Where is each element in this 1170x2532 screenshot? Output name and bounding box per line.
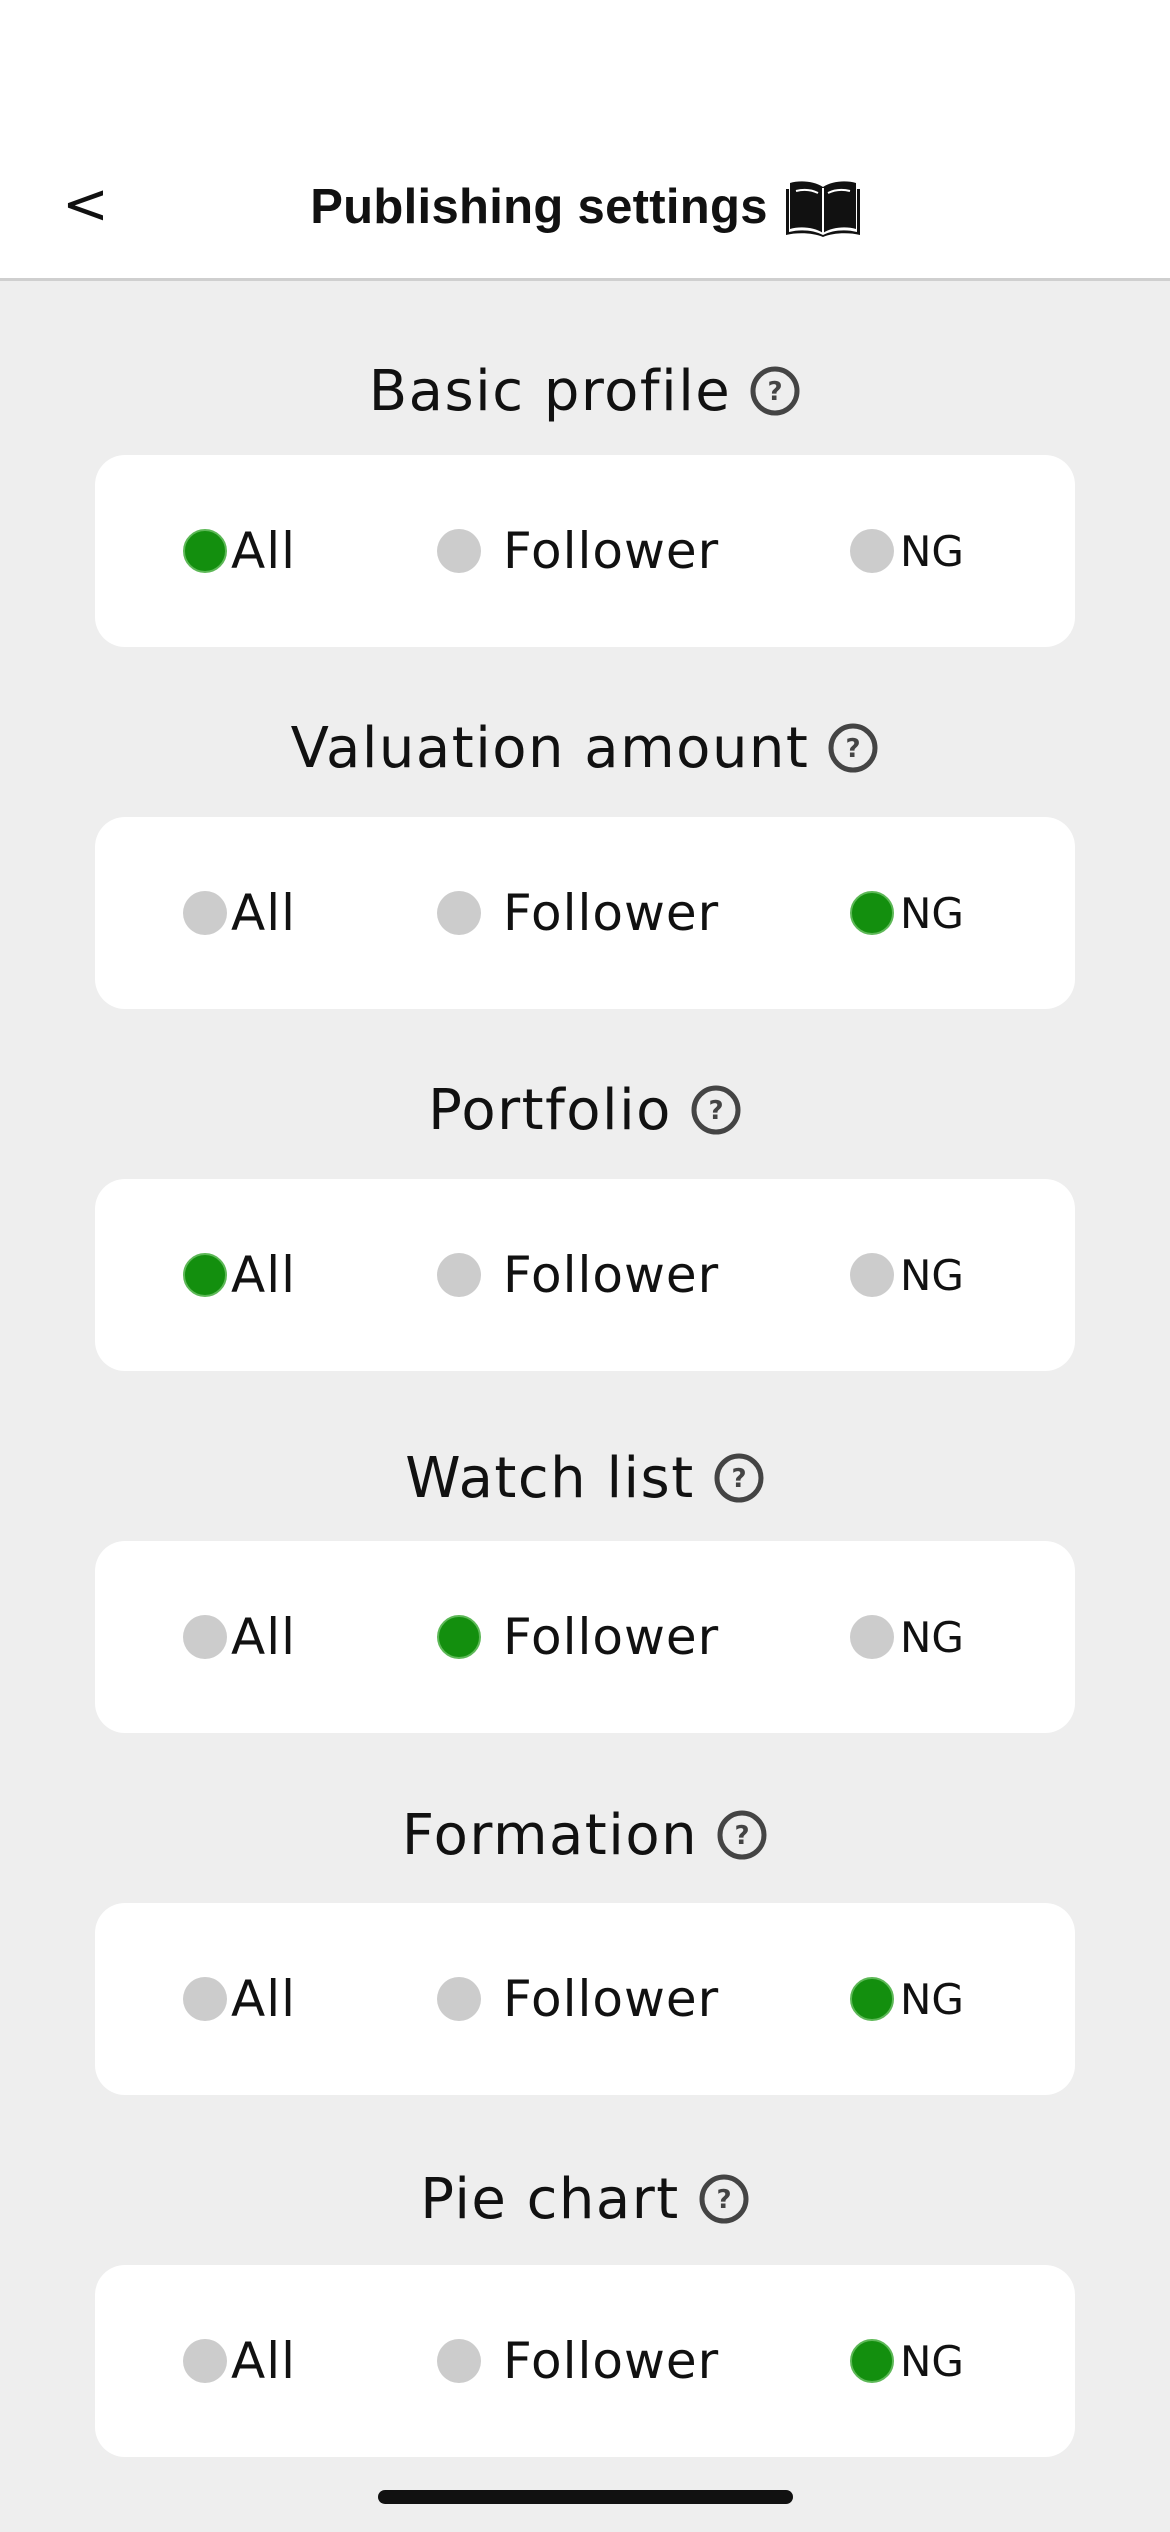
option-all[interactable]: All	[183, 2265, 296, 2457]
option-ng[interactable]: NG	[850, 817, 964, 1009]
section-title-formation: Formation?	[0, 1800, 1170, 1870]
help-icon[interactable]: ?	[690, 1084, 742, 1136]
option-label: NG	[900, 1250, 964, 1300]
section-label: Pie chart	[420, 2166, 680, 2232]
radio-unselected-icon[interactable]	[850, 1615, 894, 1659]
visibility-card-formation: All Follower NG	[95, 1903, 1075, 2095]
option-follower[interactable]: Follower	[437, 1541, 719, 1733]
radio-unselected-icon[interactable]	[437, 1253, 481, 1297]
option-label: All	[231, 1970, 296, 2028]
radio-unselected-icon[interactable]	[183, 891, 227, 935]
section-title-basic-profile: Basic profile?	[0, 356, 1170, 426]
section-label: Basic profile	[368, 358, 732, 424]
option-label: All	[231, 1608, 296, 1666]
option-label: All	[231, 1246, 296, 1304]
section-title-watch-list: Watch list?	[0, 1443, 1170, 1513]
home-indicator	[378, 2490, 793, 2504]
option-label: NG	[900, 1612, 964, 1662]
option-ng[interactable]: NG	[850, 455, 964, 647]
radio-selected-icon[interactable]	[850, 1977, 894, 2021]
svg-text:?: ?	[735, 1821, 750, 1851]
svg-text:?: ?	[716, 2185, 731, 2215]
radio-unselected-icon[interactable]	[183, 1615, 227, 1659]
help-icon[interactable]: ?	[698, 2173, 750, 2225]
option-label: Follower	[503, 2332, 720, 2390]
radio-selected-icon[interactable]	[183, 1253, 227, 1297]
radio-unselected-icon[interactable]	[850, 529, 894, 573]
page-title: Publishing settings	[310, 180, 768, 234]
option-all[interactable]: All	[183, 1179, 296, 1371]
radio-unselected-icon[interactable]	[437, 529, 481, 573]
option-all[interactable]: All	[183, 817, 296, 1009]
title-row: Publishing settings	[0, 172, 1170, 242]
option-follower[interactable]: Follower	[437, 455, 719, 647]
visibility-card-valuation-amount: All Follower NG	[95, 817, 1075, 1009]
radio-unselected-icon[interactable]	[850, 1253, 894, 1297]
option-label: NG	[900, 526, 964, 576]
option-follower[interactable]: Follower	[437, 817, 719, 1009]
option-label: All	[231, 2332, 296, 2390]
header-bar: < Publishing settings	[0, 0, 1170, 281]
option-label: All	[231, 884, 296, 942]
option-follower[interactable]: Follower	[437, 1903, 719, 2095]
option-label: All	[231, 522, 296, 580]
svg-text:?: ?	[846, 734, 861, 764]
open-book-icon	[785, 177, 860, 237]
section-label: Portfolio	[428, 1077, 672, 1143]
option-label: Follower	[503, 522, 720, 580]
help-icon[interactable]: ?	[713, 1452, 765, 1504]
radio-unselected-icon[interactable]	[437, 2339, 481, 2383]
section-title-pie-chart: Pie chart?	[0, 2164, 1170, 2234]
option-follower[interactable]: Follower	[437, 1179, 719, 1371]
visibility-card-pie-chart: All Follower NG	[95, 2265, 1075, 2457]
option-ng[interactable]: NG	[850, 1541, 964, 1733]
option-label: Follower	[503, 884, 720, 942]
option-label: Follower	[503, 1246, 720, 1304]
radio-unselected-icon[interactable]	[183, 1977, 227, 2021]
option-ng[interactable]: NG	[850, 2265, 964, 2457]
visibility-card-basic-profile: All Follower NG	[95, 455, 1075, 647]
radio-selected-icon[interactable]	[850, 891, 894, 935]
svg-text:?: ?	[731, 1464, 746, 1494]
option-all[interactable]: All	[183, 1541, 296, 1733]
visibility-card-portfolio: All Follower NG	[95, 1179, 1075, 1371]
section-label: Formation	[401, 1802, 699, 1868]
option-ng[interactable]: NG	[850, 1903, 964, 2095]
radio-unselected-icon[interactable]	[183, 2339, 227, 2383]
option-label: NG	[900, 2336, 964, 2386]
radio-unselected-icon[interactable]	[437, 891, 481, 935]
section-label: Valuation amount	[290, 715, 810, 781]
radio-selected-icon[interactable]	[850, 2339, 894, 2383]
option-all[interactable]: All	[183, 1903, 296, 2095]
help-icon[interactable]: ?	[749, 365, 801, 417]
option-follower[interactable]: Follower	[437, 2265, 719, 2457]
svg-text:?: ?	[708, 1096, 723, 1126]
visibility-card-watch-list: All Follower NG	[95, 1541, 1075, 1733]
radio-unselected-icon[interactable]	[437, 1977, 481, 2021]
help-icon[interactable]: ?	[827, 722, 879, 774]
option-label: Follower	[503, 1970, 720, 2028]
option-label: NG	[900, 888, 964, 938]
section-title-valuation-amount: Valuation amount?	[0, 713, 1170, 783]
radio-selected-icon[interactable]	[183, 529, 227, 573]
option-ng[interactable]: NG	[850, 1179, 964, 1371]
section-title-portfolio: Portfolio?	[0, 1075, 1170, 1145]
section-label: Watch list	[405, 1445, 695, 1511]
option-all[interactable]: All	[183, 455, 296, 647]
help-icon[interactable]: ?	[716, 1809, 768, 1861]
option-label: NG	[900, 1974, 964, 2024]
option-label: Follower	[503, 1608, 720, 1666]
svg-text:?: ?	[768, 377, 783, 407]
radio-selected-icon[interactable]	[437, 1615, 481, 1659]
